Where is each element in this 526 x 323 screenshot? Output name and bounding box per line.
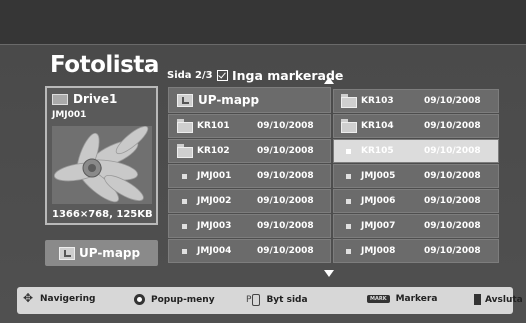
scroll-down-icon[interactable]	[324, 270, 334, 277]
list-item[interactable]: JMJ007 09/10/2008	[333, 214, 499, 238]
file-square-icon	[346, 224, 351, 229]
checkbox-icon	[217, 70, 228, 81]
file-square-icon	[182, 174, 187, 179]
top-divider	[0, 44, 526, 45]
help-mark: MARK Markera	[367, 294, 437, 304]
list-item[interactable]: KR101 09/10/2008	[168, 114, 331, 138]
file-square-icon	[346, 249, 351, 254]
up-folder-button-label: UP-mapp	[79, 246, 141, 260]
item-name: JMJ006	[361, 196, 396, 206]
list-item[interactable]: JMJ003 09/10/2008	[168, 214, 331, 238]
list-item[interactable]: JMJ002 09/10/2008	[168, 189, 331, 213]
up-folder-icon	[177, 94, 193, 107]
item-name: KR103	[361, 96, 394, 106]
up-folder-icon	[59, 246, 75, 260]
scroll-up-icon[interactable]	[324, 77, 334, 84]
p-key-label: P	[246, 295, 252, 305]
item-name: JMJ003	[197, 221, 232, 231]
item-date: 09/10/2008	[424, 121, 481, 131]
item-date: 09/10/2008	[257, 121, 314, 131]
help-page: P Byt sida	[246, 294, 308, 306]
item-date: 09/10/2008	[424, 96, 481, 106]
folder-icon	[341, 94, 357, 108]
item-date: 09/10/2008	[424, 196, 481, 206]
help-navigate-label: Navigering	[40, 294, 96, 304]
item-date: 09/10/2008	[257, 146, 314, 156]
page-indicator: Sida 2/3	[167, 70, 213, 81]
list-item-selected[interactable]: KR105 09/10/2008	[333, 139, 499, 163]
page-rocker-icon	[252, 294, 261, 306]
file-square-icon	[346, 174, 351, 179]
help-mark-label: Markera	[395, 294, 438, 304]
photo-list-screen: Fotolista Sida 2/3 Inga markerade Drive1…	[0, 0, 526, 323]
list-item[interactable]: JMJ005 09/10/2008	[333, 164, 499, 188]
list-item[interactable]: KR104 09/10/2008	[333, 114, 499, 138]
list-item[interactable]: JMJ004 09/10/2008	[168, 239, 331, 263]
mark-key-icon: MARK	[367, 295, 390, 303]
item-name: KR102	[197, 146, 230, 156]
drive-name: Drive1	[73, 92, 118, 106]
list-item[interactable]: JMJ001 09/10/2008	[168, 164, 331, 188]
drive-header: Drive1	[52, 92, 117, 106]
help-page-label: Byt sida	[266, 295, 308, 305]
exit-key-icon	[474, 294, 481, 305]
list-item[interactable]: KR102 09/10/2008	[168, 139, 331, 163]
item-date: 09/10/2008	[424, 146, 481, 156]
file-grid: UP-mapp KR101 09/10/2008 KR102 09/10/200…	[168, 87, 499, 266]
file-square-icon	[182, 199, 187, 204]
drive-icon	[52, 93, 68, 105]
item-date: 09/10/2008	[424, 171, 481, 181]
item-date: 09/10/2008	[257, 196, 314, 206]
item-date: 09/10/2008	[257, 221, 314, 231]
item-name: JMJ004	[197, 246, 232, 256]
list-item[interactable]: JMJ006 09/10/2008	[333, 189, 499, 213]
item-name: JMJ008	[361, 246, 396, 256]
item-date: 09/10/2008	[424, 246, 481, 256]
drive-panel: Drive1 JMJ001 1366×768, 125KB	[45, 86, 158, 225]
folder-icon	[177, 144, 193, 158]
item-name: KR104	[361, 121, 394, 131]
up-folder-button[interactable]: UP-mapp	[45, 240, 158, 266]
up-folder-label: UP-mapp	[198, 93, 260, 107]
help-exit: Avsluta	[474, 294, 523, 305]
folder-icon	[341, 119, 357, 133]
item-name: JMJ007	[361, 221, 396, 231]
help-bar: Navigering Popup-meny P Byt sida MARK Ma…	[17, 287, 523, 314]
folder-icon	[177, 119, 193, 133]
photo-thumbnail	[52, 126, 152, 204]
item-date: 09/10/2008	[257, 246, 314, 256]
list-item-up-folder[interactable]: UP-mapp	[168, 87, 331, 113]
item-name: JMJ002	[197, 196, 232, 206]
help-exit-label: Avsluta	[485, 294, 523, 305]
file-square-icon	[182, 224, 187, 229]
file-square-icon	[346, 199, 351, 204]
file-square-icon	[182, 249, 187, 254]
top-band	[0, 0, 526, 44]
ok-button-icon	[134, 294, 145, 305]
list-item[interactable]: KR103 09/10/2008	[333, 89, 499, 113]
navigation-arrows-icon	[23, 291, 34, 305]
page-title: Fotolista	[50, 52, 159, 78]
flower-photo-icon	[52, 126, 152, 204]
item-name: KR105	[361, 146, 394, 156]
list-item[interactable]: JMJ008 09/10/2008	[333, 239, 499, 263]
item-date: 09/10/2008	[257, 171, 314, 181]
drive-file-name: JMJ001	[52, 110, 87, 120]
help-popup: Popup-meny	[134, 294, 215, 305]
item-date: 09/10/2008	[424, 221, 481, 231]
item-name: JMJ005	[361, 171, 396, 181]
item-name: JMJ001	[197, 171, 232, 181]
file-square-icon	[346, 149, 351, 154]
item-name: KR101	[197, 121, 230, 131]
help-popup-label: Popup-meny	[151, 294, 215, 305]
help-navigate: Navigering	[23, 291, 96, 305]
image-info: 1366×768, 125KB	[52, 209, 153, 220]
